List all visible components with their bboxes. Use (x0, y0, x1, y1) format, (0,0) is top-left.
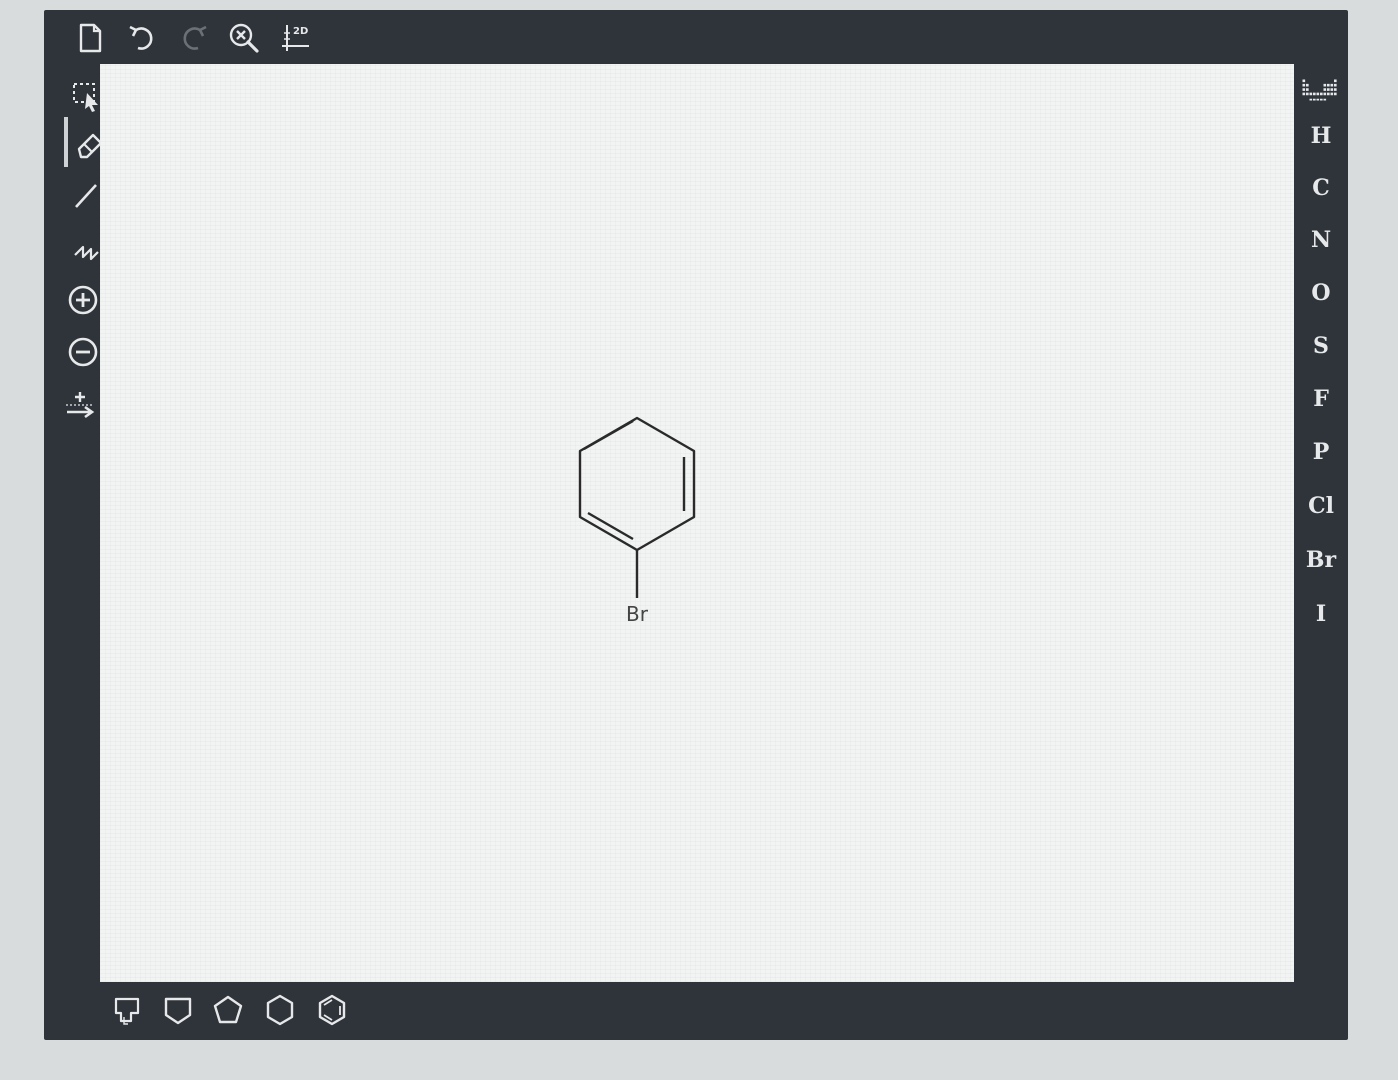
aromatic-double-bond[interactable] (583, 419, 634, 451)
bond-icon (75, 184, 97, 208)
minus-circle-icon (68, 337, 98, 367)
left-toolbar (44, 66, 103, 996)
positive-charge-button[interactable] (61, 278, 105, 322)
cyclobutane-template-button[interactable] (156, 988, 200, 1032)
reaction-arrow-icon (66, 392, 95, 419)
hexagon-icon (266, 994, 294, 1026)
periodic-table-icon (1302, 79, 1337, 101)
redo-icon (183, 25, 207, 50)
lasso-select-icon (73, 83, 98, 112)
new-document-button[interactable] (68, 16, 112, 60)
template-toolbar (100, 982, 1294, 1040)
benzene-template-button[interactable] (310, 988, 354, 1032)
bromine-atom-label[interactable]: Br (626, 602, 649, 626)
square-icon (164, 997, 192, 1025)
chain-icon (74, 245, 99, 261)
drawing-canvas[interactable]: Br (100, 64, 1294, 982)
clean-2d-icon: 2D (282, 25, 309, 51)
ring-template-icon (114, 997, 140, 1025)
plus-circle-icon (68, 285, 98, 315)
zoom-clear-button[interactable] (222, 16, 266, 60)
editor-window: 2D Br H C N O S F P Cl Br I (44, 10, 1348, 1040)
molecule-bromobenzene[interactable]: Br (100, 64, 1294, 982)
clean-2d-label: 2D (293, 26, 308, 37)
atom-button-h[interactable]: H (1294, 114, 1348, 158)
undo-icon (129, 25, 153, 50)
atom-toolbar: H C N O S F P Cl Br I (1294, 66, 1348, 996)
undo-button[interactable] (120, 16, 164, 60)
atom-button-i[interactable]: I (1294, 592, 1348, 636)
clean-2d-button[interactable]: 2D (274, 16, 318, 60)
atom-button-s[interactable]: S (1294, 324, 1348, 368)
redo-button[interactable] (172, 16, 216, 60)
ring-template-button[interactable] (106, 988, 150, 1032)
periodic-table-button[interactable] (1298, 74, 1342, 106)
top-toolbar: 2D (44, 10, 1348, 66)
benzene-ring[interactable] (578, 416, 696, 552)
cyclopentane-template-button[interactable] (206, 988, 250, 1032)
atom-button-br[interactable]: Br (1294, 538, 1348, 582)
pentagon-icon (213, 995, 243, 1024)
atom-button-o[interactable]: O (1294, 271, 1348, 315)
zoom-clear-icon (229, 23, 259, 53)
cyclohexane-template-button[interactable] (258, 988, 302, 1032)
atom-button-n[interactable]: N (1294, 218, 1348, 262)
negative-charge-button[interactable] (61, 330, 105, 374)
reaction-arrow-button[interactable] (58, 382, 102, 426)
atom-button-f[interactable]: F (1294, 377, 1348, 421)
benzene-icon (318, 994, 346, 1026)
atom-button-c[interactable]: C (1294, 166, 1348, 210)
atom-button-p[interactable]: P (1294, 430, 1348, 474)
atom-button-cl[interactable]: Cl (1294, 484, 1348, 528)
document-icon (79, 23, 102, 53)
